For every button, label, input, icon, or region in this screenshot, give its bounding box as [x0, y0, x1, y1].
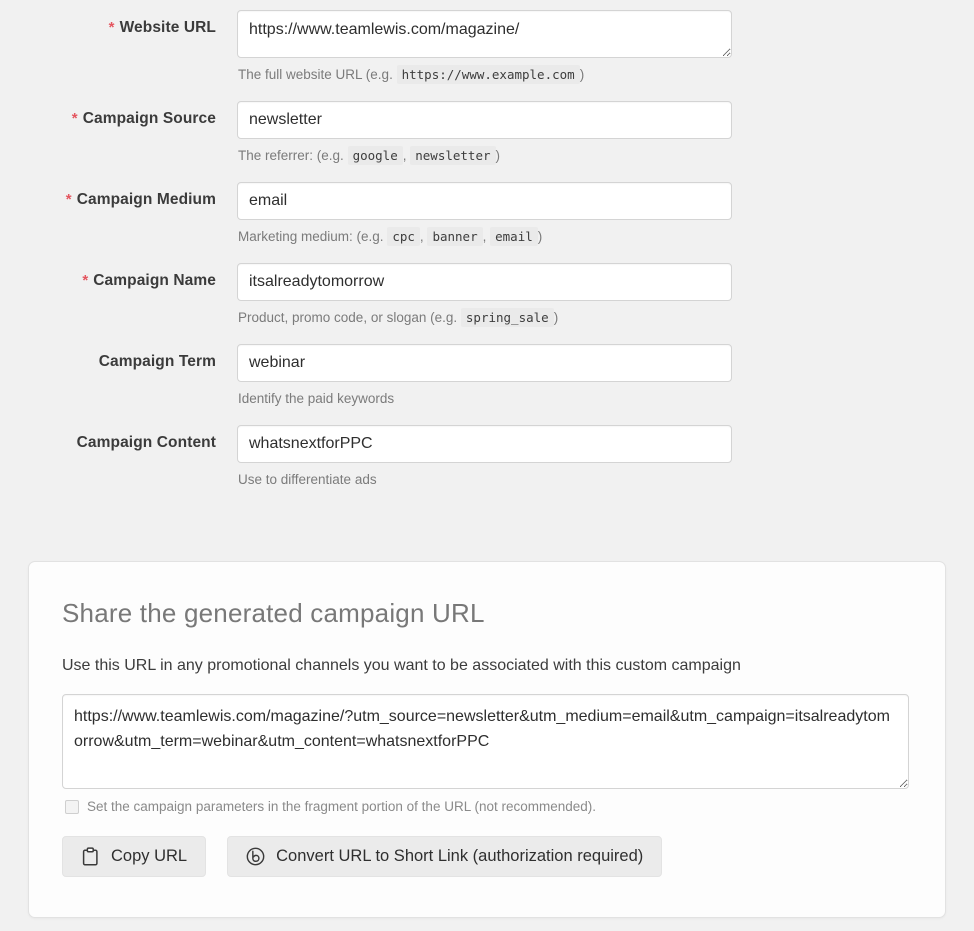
label-text: Campaign Name — [93, 272, 216, 289]
help-code: spring_sale — [461, 308, 554, 327]
fragment-option-label: Set the campaign parameters in the fragm… — [87, 799, 596, 815]
help-campaign-term: Identify the paid keywords — [238, 390, 974, 408]
help-code: email — [490, 227, 538, 246]
help-code: cpc — [387, 227, 420, 246]
help-campaign-content: Use to differentiate ads — [238, 471, 974, 489]
campaign-name-input[interactable] — [237, 263, 732, 301]
share-card-description: Use this URL in any promotional channels… — [62, 655, 912, 676]
help-code: google — [348, 146, 403, 165]
label-campaign-source: * Campaign Source — [0, 101, 216, 128]
utm-builder-page: * Website URL The full website URL (e.g. … — [0, 0, 974, 931]
help-code: banner — [427, 227, 482, 246]
help-suffix: ) — [538, 229, 543, 244]
help-prefix: The referrer: (e.g. — [238, 148, 344, 163]
help-website-url: The full website URL (e.g. https://www.e… — [238, 66, 974, 84]
label-campaign-medium: * Campaign Medium — [0, 182, 216, 209]
help-suffix: ) — [554, 310, 559, 325]
help-suffix: ) — [496, 148, 501, 163]
campaign-medium-input[interactable] — [237, 182, 732, 220]
convert-short-link-label: Convert URL to Short Link (authorization… — [276, 847, 643, 866]
website-url-input[interactable] — [237, 10, 732, 58]
campaign-form: * Website URL The full website URL (e.g. … — [0, 0, 974, 489]
form-row-campaign-source: * Campaign Source The referrer: (e.g. goo… — [0, 101, 974, 165]
campaign-term-input[interactable] — [237, 344, 732, 382]
help-campaign-medium: Marketing medium: (e.g. cpc, banner, ema… — [238, 228, 974, 246]
help-code: https://www.example.com — [397, 65, 580, 84]
label-campaign-content: Campaign Content — [0, 425, 216, 452]
field-campaign-medium: Marketing medium: (e.g. cpc, banner, ema… — [216, 182, 974, 246]
label-text: Website URL — [120, 19, 216, 36]
help-prefix: Marketing medium: (e.g. — [238, 229, 384, 244]
campaign-source-input[interactable] — [237, 101, 732, 139]
field-campaign-term: Identify the paid keywords — [216, 344, 974, 408]
required-asterisk: * — [66, 191, 72, 208]
convert-short-link-button[interactable]: Convert URL to Short Link (authorization… — [227, 836, 662, 877]
help-prefix: Product, promo code, or slogan (e.g. — [238, 310, 457, 325]
form-row-campaign-name: * Campaign Name Product, promo code, or s… — [0, 263, 974, 327]
help-campaign-name: Product, promo code, or slogan (e.g. spr… — [238, 309, 974, 327]
help-code: newsletter — [410, 146, 495, 165]
share-campaign-url-card: Share the generated campaign URL Use thi… — [28, 561, 946, 918]
form-row-website-url: * Website URL The full website URL (e.g. … — [0, 10, 974, 84]
form-row-campaign-medium: * Campaign Medium Marketing medium: (e.g.… — [0, 182, 974, 246]
field-campaign-content: Use to differentiate ads — [216, 425, 974, 489]
label-text: Campaign Term — [99, 353, 216, 370]
generated-url-textarea[interactable] — [62, 694, 909, 789]
label-campaign-name: * Campaign Name — [0, 263, 216, 290]
required-asterisk: * — [72, 110, 78, 127]
fragment-option-row[interactable]: Set the campaign parameters in the fragm… — [62, 799, 912, 815]
clipboard-icon — [81, 847, 100, 866]
help-suffix: ) — [580, 67, 585, 82]
form-row-campaign-term: Campaign Term Identify the paid keywords — [0, 344, 974, 408]
label-campaign-term: Campaign Term — [0, 344, 216, 371]
help-campaign-source: The referrer: (e.g. google, newsletter) — [238, 147, 974, 165]
bitly-icon — [246, 847, 265, 866]
field-website-url: The full website URL (e.g. https://www.e… — [216, 10, 974, 84]
field-campaign-source: The referrer: (e.g. google, newsletter) — [216, 101, 974, 165]
form-row-campaign-content: Campaign Content Use to differentiate ad… — [0, 425, 974, 489]
copy-url-label: Copy URL — [111, 847, 187, 866]
share-action-buttons: Copy URL Convert URL to Short Link (auth… — [62, 836, 912, 877]
field-campaign-name: Product, promo code, or slogan (e.g. spr… — [216, 263, 974, 327]
label-text: Campaign Medium — [77, 191, 216, 208]
share-card-title: Share the generated campaign URL — [62, 598, 912, 629]
campaign-content-input[interactable] — [237, 425, 732, 463]
required-asterisk: * — [109, 19, 115, 36]
required-asterisk: * — [82, 272, 88, 289]
label-text: Campaign Content — [77, 434, 216, 451]
copy-url-button[interactable]: Copy URL — [62, 836, 206, 877]
label-website-url: * Website URL — [0, 10, 216, 37]
help-prefix: The full website URL (e.g. — [238, 67, 393, 82]
label-text: Campaign Source — [83, 110, 216, 127]
fragment-checkbox[interactable] — [65, 800, 79, 814]
